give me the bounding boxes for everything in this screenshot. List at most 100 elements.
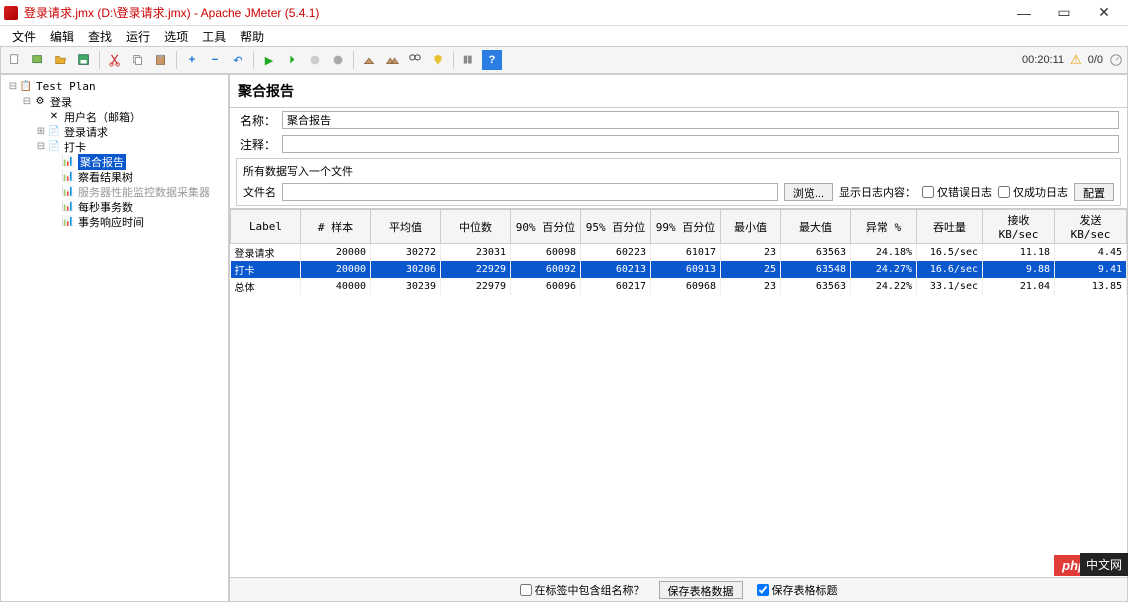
new-icon[interactable] [5, 50, 25, 70]
gauge-icon [1109, 53, 1123, 67]
maximize-button[interactable]: ▭ [1044, 1, 1084, 25]
errors-only-checkbox[interactable]: 仅错误日志 [922, 184, 992, 200]
column-header[interactable]: 平均值 [371, 210, 441, 244]
column-header[interactable]: 发送 KB/sec [1055, 210, 1127, 244]
table-row[interactable]: 打卡20000302062292960092602136091325635482… [231, 261, 1127, 278]
tree-user-params[interactable]: ✕ 用户名（邮箱） [7, 109, 222, 124]
menu-help[interactable]: 帮助 [234, 26, 270, 47]
name-label: 名称： [238, 112, 276, 129]
stop-icon[interactable] [305, 50, 325, 70]
save-header-checkbox[interactable]: 保存表格标题 [757, 582, 838, 598]
thread-count: 0/0 [1088, 54, 1103, 66]
column-header[interactable]: 最小值 [721, 210, 781, 244]
minimize-button[interactable]: — [1004, 1, 1044, 25]
clear-icon[interactable] [359, 50, 379, 70]
table-row[interactable]: 总体40000302392297960096602176096823635632… [231, 278, 1127, 295]
tree-response-time[interactable]: 📊 事务响应时间 [7, 214, 222, 229]
menu-options[interactable]: 选项 [158, 26, 194, 47]
templates-icon[interactable] [28, 50, 48, 70]
start-icon[interactable]: ▶ [259, 50, 279, 70]
menu-run[interactable]: 运行 [120, 26, 156, 47]
column-header[interactable]: 最大值 [781, 210, 851, 244]
sampler-icon: 📄 [47, 126, 61, 138]
comment-label: 注释： [238, 136, 276, 153]
threadgroup-icon: ⚙ [33, 96, 47, 108]
save-table-data-button[interactable]: 保存表格数据 [659, 581, 743, 599]
tree-panel[interactable]: ⊟ 📋 Test Plan ⊟ ⚙ 登录 ✕ 用户名（邮箱） ⊞ 📄 登录请求 … [0, 74, 229, 602]
browse-button[interactable]: 浏览... [784, 183, 833, 201]
testplan-icon: 📋 [19, 81, 33, 93]
include-group-name-checkbox[interactable]: 在标签中包含组名称？ [520, 582, 645, 598]
tree-aggregate-report[interactable]: 📊 聚合报告 [7, 154, 222, 169]
filename-input[interactable] [282, 183, 778, 201]
log-label: 显示日志内容： [839, 184, 916, 200]
comment-input[interactable] [282, 135, 1119, 153]
sampler-icon: 📄 [47, 141, 61, 153]
filename-label: 文件名 [243, 184, 276, 200]
listener-icon: 📊 [61, 201, 75, 213]
right-panel: 聚合报告 名称： 注释： 所有数据写入一个文件 文件名 浏览... 显示日志内容… [229, 74, 1128, 602]
expand-icon[interactable]: ⊞ [35, 126, 47, 137]
add-icon[interactable]: + [182, 50, 202, 70]
menu-file[interactable]: 文件 [6, 26, 42, 47]
column-header[interactable]: 99% 百分位 [651, 210, 721, 244]
configure-button[interactable]: 配置 [1074, 183, 1114, 201]
file-section-title: 所有数据写入一个文件 [243, 163, 1114, 179]
collapse-icon[interactable]: ⊟ [21, 96, 33, 107]
table-row[interactable]: 登录请求200003027223031600986022361017236356… [231, 244, 1127, 262]
success-only-checkbox[interactable]: 仅成功日志 [998, 184, 1068, 200]
cn-badge: 中文网 [1080, 553, 1128, 576]
menubar: 文件 编辑 查找 运行 选项 工具 帮助 [0, 26, 1128, 46]
column-header[interactable]: 接收 KB/sec [983, 210, 1055, 244]
column-header[interactable]: 90% 百分位 [511, 210, 581, 244]
column-header[interactable]: 中位数 [441, 210, 511, 244]
collapse-icon[interactable]: ⊟ [7, 81, 19, 92]
column-header[interactable]: # 样本 [301, 210, 371, 244]
app-icon [4, 6, 18, 20]
column-header[interactable]: 吞吐量 [917, 210, 983, 244]
search-icon[interactable] [405, 50, 425, 70]
remove-icon[interactable]: − [205, 50, 225, 70]
menu-tools[interactable]: 工具 [196, 26, 232, 47]
tree-test-plan[interactable]: ⊟ 📋 Test Plan [7, 79, 222, 94]
file-section: 所有数据写入一个文件 文件名 浏览... 显示日志内容： 仅错误日志 仅成功日志… [236, 158, 1121, 206]
listener-icon: 📊 [61, 216, 75, 228]
tree-tps[interactable]: 📊 每秒事务数 [7, 199, 222, 214]
listener-icon: 📊 [61, 171, 75, 183]
column-header[interactable]: 95% 百分位 [581, 210, 651, 244]
window-title: 登录请求.jmx (D:\登录请求.jmx) - Apache JMeter (… [24, 4, 1004, 21]
menu-search[interactable]: 查找 [82, 26, 118, 47]
start-no-timers-icon[interactable]: ⏵ [282, 50, 302, 70]
tree-results-tree[interactable]: 📊 察看结果树 [7, 169, 222, 184]
undo-icon[interactable]: ↶ [228, 50, 248, 70]
open-icon[interactable] [51, 50, 71, 70]
panel-title: 聚合报告 [230, 75, 1127, 108]
cut-icon[interactable] [105, 50, 125, 70]
warning-icon[interactable]: ⚠ [1070, 52, 1082, 68]
copy-icon[interactable] [128, 50, 148, 70]
listener-icon: 📊 [61, 156, 75, 168]
shutdown-icon[interactable] [328, 50, 348, 70]
collapse-icon[interactable]: ⊟ [35, 141, 47, 152]
tree-login-request[interactable]: ⊞ 📄 登录请求 [7, 124, 222, 139]
help-icon[interactable]: ? [482, 50, 502, 70]
close-button[interactable]: ✕ [1084, 1, 1124, 25]
menu-edit[interactable]: 编辑 [44, 26, 80, 47]
reset-search-icon[interactable] [428, 50, 448, 70]
tree-thread-group[interactable]: ⊟ ⚙ 登录 [7, 94, 222, 109]
tree-punch[interactable]: ⊟ 📄 打卡 [7, 139, 222, 154]
tree-perfmon[interactable]: 📊 服务器性能监控数据采集器 [7, 184, 222, 199]
function-helper-icon[interactable] [459, 50, 479, 70]
toolbar: + − ↶ ▶ ⏵ ? 00:20:11 ⚠ 0/0 [0, 46, 1128, 74]
clear-all-icon[interactable] [382, 50, 402, 70]
config-icon: ✕ [47, 111, 61, 123]
column-header[interactable]: 异常 % [851, 210, 917, 244]
save-icon[interactable] [74, 50, 94, 70]
column-header[interactable]: Label [231, 210, 301, 244]
results-table[interactable]: Label# 样本平均值中位数90% 百分位95% 百分位99% 百分位最小值最… [230, 208, 1127, 577]
name-input[interactable] [282, 111, 1119, 129]
paste-icon[interactable] [151, 50, 171, 70]
titlebar: 登录请求.jmx (D:\登录请求.jmx) - Apache JMeter (… [0, 0, 1128, 26]
listener-icon: 📊 [61, 186, 75, 198]
elapsed-time: 00:20:11 [1022, 54, 1064, 66]
